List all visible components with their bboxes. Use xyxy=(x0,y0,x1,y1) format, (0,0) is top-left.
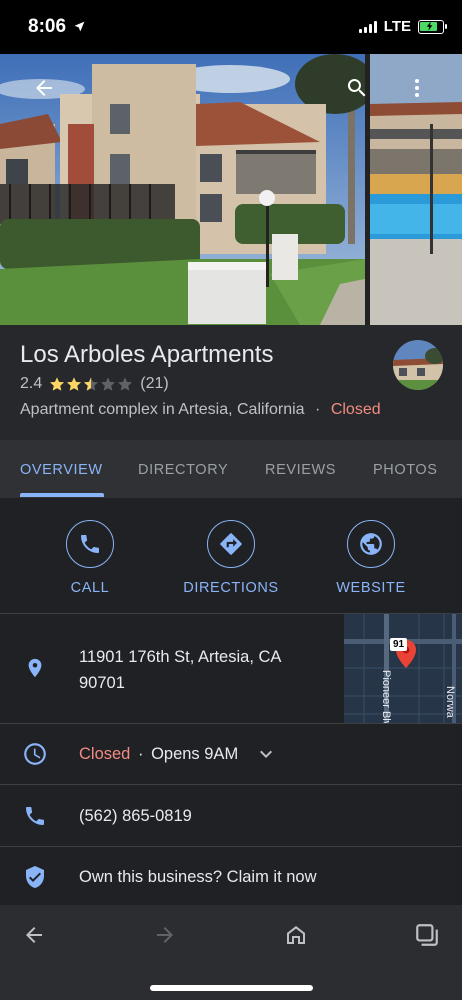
browser-home-button[interactable] xyxy=(278,917,314,953)
phone-number: (562) 865-0819 xyxy=(79,807,192,825)
route-badge: 91 xyxy=(390,638,408,651)
search-icon xyxy=(347,79,366,97)
address-line-1: 11901 176th St, Artesia, CA xyxy=(79,648,282,666)
active-tab-indicator xyxy=(20,493,104,497)
claim-business-text: Own this business? Claim it now xyxy=(79,868,317,886)
location-arrow-icon xyxy=(74,21,85,32)
open-status: Closed xyxy=(330,401,381,418)
tab-directory[interactable]: DIRECTORY xyxy=(138,440,228,498)
claim-business-row[interactable]: Own this business? Claim it now xyxy=(0,847,462,905)
signal-icon xyxy=(358,20,377,33)
chevron-down-icon xyxy=(260,750,272,758)
tabs-icon xyxy=(416,924,438,946)
back-arrow-icon xyxy=(26,927,42,943)
place-type-line: Apartment complex in Artesia, California… xyxy=(20,401,381,419)
hours-status: Closed xyxy=(79,745,131,763)
separator-dot: · xyxy=(315,401,321,418)
review-count: (21) xyxy=(140,375,169,392)
directions-icon xyxy=(220,533,242,555)
phone-row[interactable]: (562) 865-0819 xyxy=(0,785,462,846)
tab-bar: OVERVIEW DIRECTORY REVIEWS PHOTOS xyxy=(0,440,462,498)
battery-icon xyxy=(418,19,447,34)
arrow-back-icon xyxy=(36,80,52,96)
website-label: WEBSITE xyxy=(336,580,406,596)
hours-separator: · xyxy=(137,745,144,763)
tab-reviews[interactable]: REVIEWS xyxy=(265,440,336,498)
star-rating xyxy=(49,376,133,392)
verified-shield-icon xyxy=(26,866,44,888)
rating-row[interactable]: 2.4 (21) xyxy=(20,375,169,393)
phone-icon xyxy=(26,807,44,825)
browser-forward-button[interactable] xyxy=(147,917,183,953)
phone-icon xyxy=(81,535,99,553)
place-header: Los Arboles Apartments 2.4 (21) Apartmen… xyxy=(0,325,462,440)
forward-arrow-icon xyxy=(157,927,173,943)
star-icon xyxy=(118,377,133,391)
address-line-2: 90701 xyxy=(79,674,125,692)
street-label-norwalk: Norwa xyxy=(444,686,456,718)
search-button[interactable] xyxy=(341,72,373,104)
star-icon xyxy=(101,377,116,391)
status-bar: 8:06 LTE xyxy=(0,0,462,54)
action-buttons: CALL DIRECTIONS WEBSITE xyxy=(0,505,462,613)
mini-map[interactable]: 91 Pioneer Blvd Norwa xyxy=(344,614,462,723)
network-label: LTE xyxy=(383,18,411,35)
photo-gallery[interactable] xyxy=(0,54,462,325)
star-icon xyxy=(67,377,82,391)
hours-opens: Opens 9AM xyxy=(151,745,239,763)
directions-button[interactable]: DIRECTIONS xyxy=(161,520,301,596)
rating-value: 2.4 xyxy=(20,375,43,392)
place-name: Los Arboles Apartments xyxy=(20,341,274,368)
globe-icon xyxy=(360,533,382,555)
tab-overview[interactable]: OVERVIEW xyxy=(20,440,103,498)
browser-back-button[interactable] xyxy=(16,917,52,953)
expand-hours-button[interactable] xyxy=(254,742,278,766)
place-thumbnail[interactable] xyxy=(393,340,443,390)
website-button[interactable]: WEBSITE xyxy=(301,520,441,596)
more-vert-icon xyxy=(415,79,419,97)
street-label-pioneer: Pioneer Blvd xyxy=(380,670,392,723)
more-options-button[interactable] xyxy=(401,72,433,104)
star-icon xyxy=(84,377,99,391)
call-button[interactable]: CALL xyxy=(20,520,160,596)
directions-label: DIRECTIONS xyxy=(183,580,279,596)
place-type: Apartment complex in Artesia, California xyxy=(20,401,305,418)
browser-toolbar xyxy=(0,905,462,1000)
status-time: 8:06 xyxy=(28,16,86,38)
call-label: CALL xyxy=(70,580,110,596)
location-pin-icon xyxy=(28,658,42,678)
home-icon xyxy=(287,926,305,944)
clock-icon xyxy=(24,743,46,765)
tab-photos[interactable]: PHOTOS xyxy=(373,440,438,498)
star-icon xyxy=(50,377,65,391)
hours-row[interactable]: Closed · Opens 9AM xyxy=(0,724,462,784)
browser-tabs-button[interactable] xyxy=(409,917,445,953)
back-button[interactable] xyxy=(28,72,60,104)
home-indicator xyxy=(150,985,313,991)
